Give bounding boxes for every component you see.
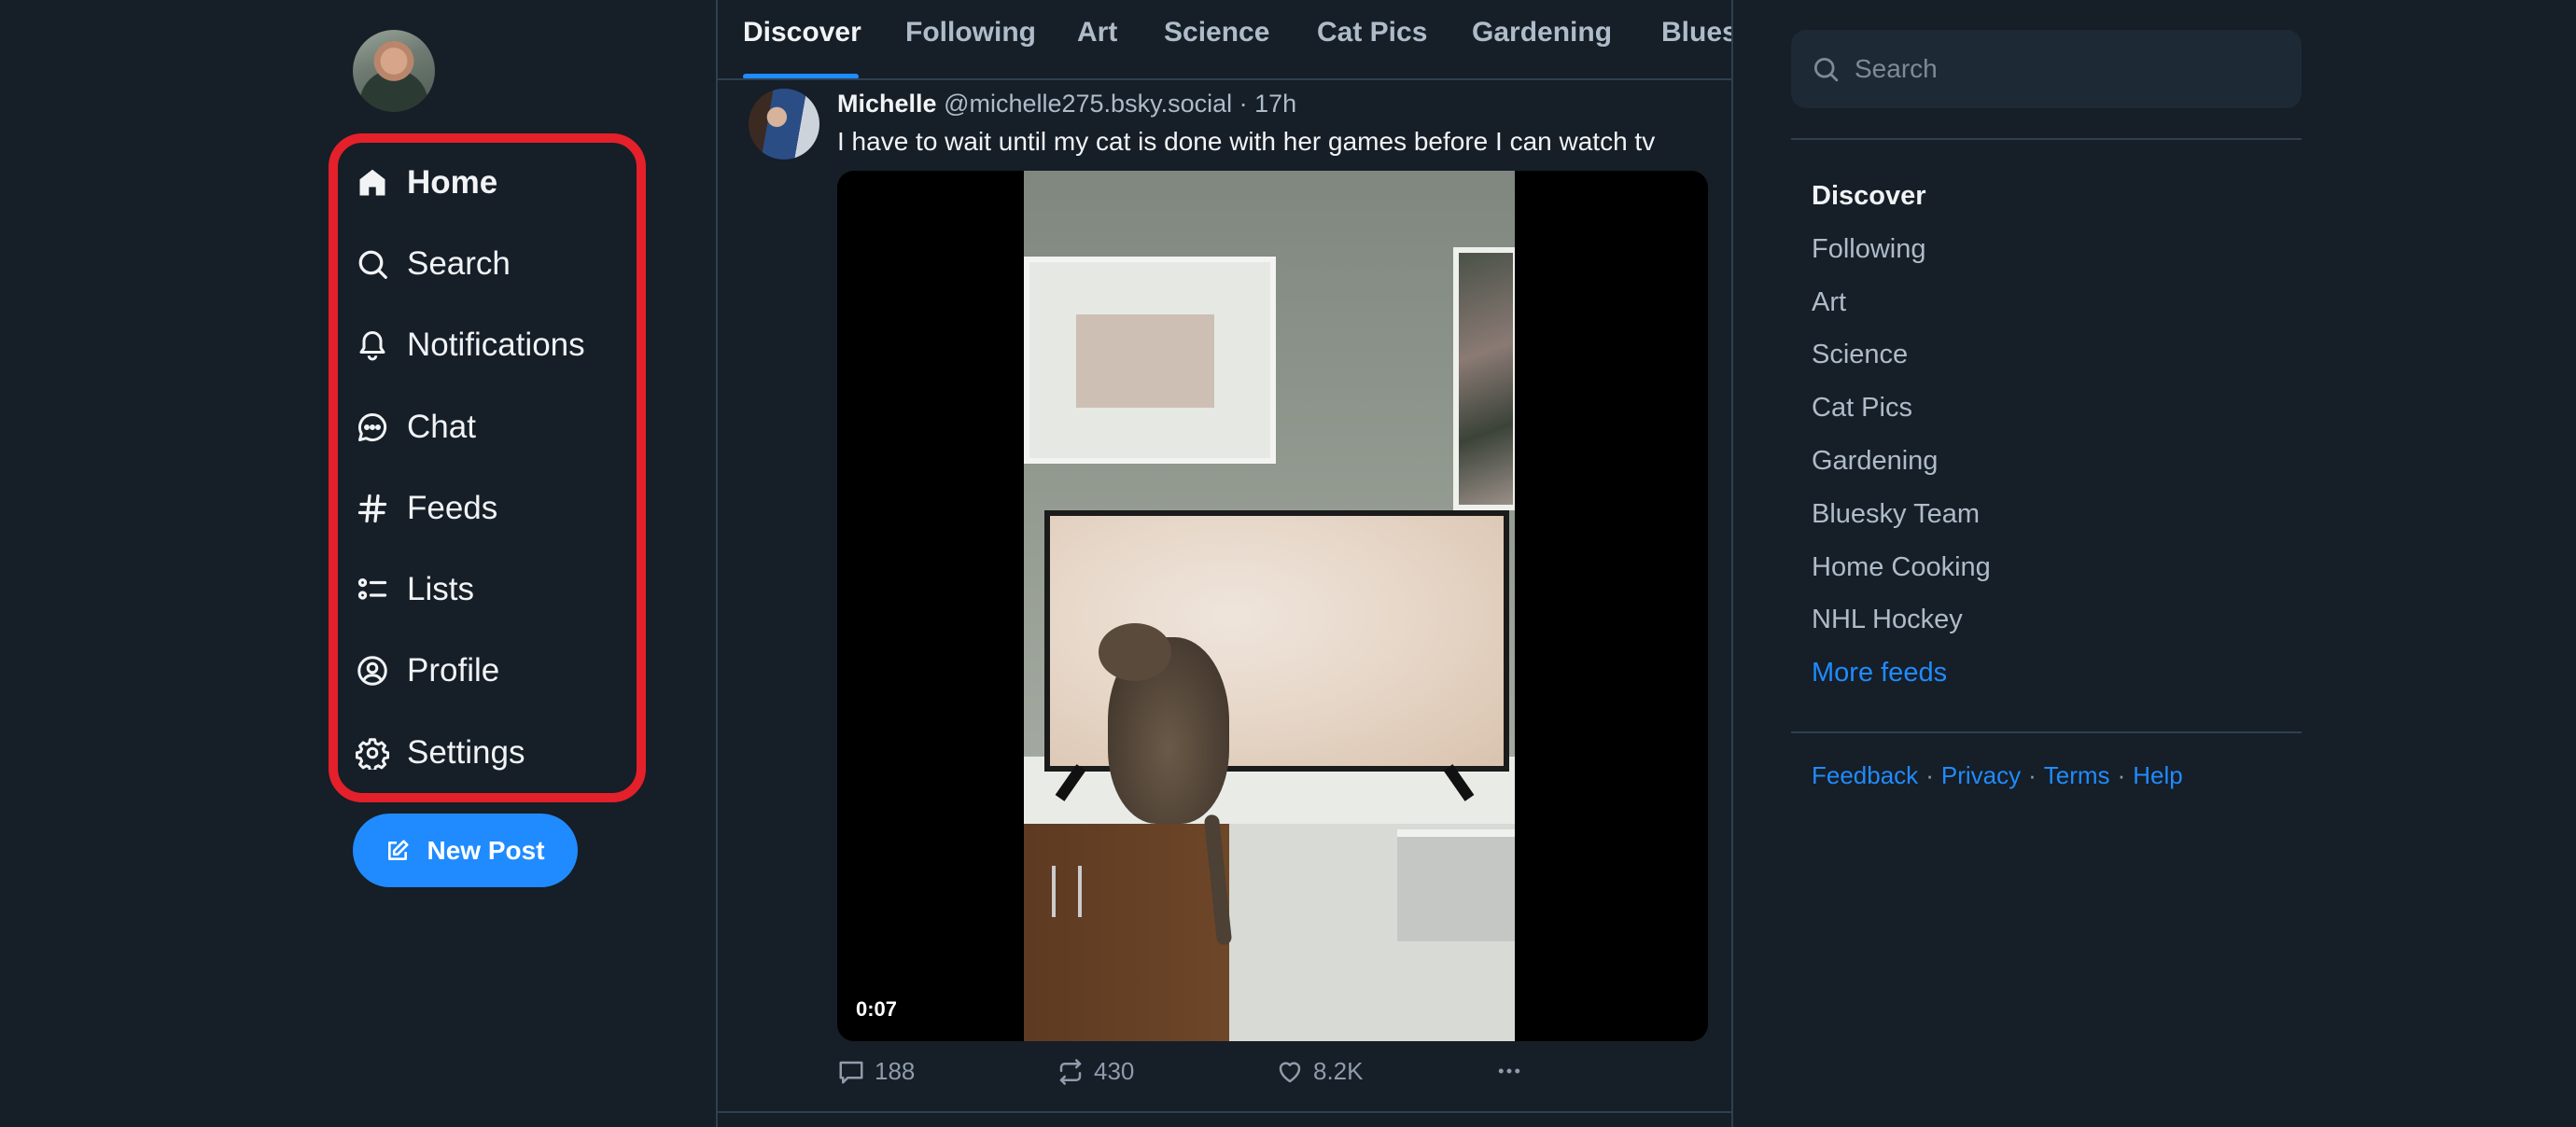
like-count: 8.2K xyxy=(1313,1057,1364,1085)
gear-icon xyxy=(353,733,392,772)
feed-link-cat-pics[interactable]: Cat Pics xyxy=(1812,389,1991,442)
search-icon xyxy=(1814,58,1839,82)
reply-icon xyxy=(839,1061,863,1083)
repost-count: 430 xyxy=(1094,1057,1135,1085)
new-post-label: New Post xyxy=(427,835,545,865)
hashtag-icon xyxy=(353,489,392,528)
bell-icon xyxy=(353,326,392,365)
home-icon xyxy=(353,163,392,202)
help-link[interactable]: Help xyxy=(2133,761,2182,789)
heart-icon xyxy=(1279,1061,1301,1082)
tab-following[interactable]: Following xyxy=(905,17,1036,49)
edit-icon xyxy=(388,839,410,860)
right-sidebar: Discover Following Art Science Cat Pics … xyxy=(1733,0,2576,1127)
divider xyxy=(1791,731,2302,733)
nav-label: Search xyxy=(407,244,511,282)
feed-link-bluesky-team[interactable]: Bluesky Team xyxy=(1812,495,1991,549)
post-author-name[interactable]: Michelle xyxy=(837,90,937,118)
footer-separator: · xyxy=(2028,761,2037,789)
footer-links: Feedback · Privacy · Terms · Help xyxy=(1812,761,2183,790)
list-icon xyxy=(353,570,392,609)
feed-link-nhl-hockey[interactable]: NHL Hockey xyxy=(1812,601,1991,654)
tab-art[interactable]: Art xyxy=(1077,17,1117,49)
repost-icon xyxy=(1059,1058,1082,1085)
feedback-link[interactable]: Feedback xyxy=(1812,761,1918,789)
feed-link-following[interactable]: Following xyxy=(1812,230,1991,284)
nav-item-feeds[interactable]: Feeds xyxy=(353,467,633,549)
nav-item-home[interactable]: Home xyxy=(353,142,633,223)
feed-link-gardening[interactable]: Gardening xyxy=(1812,442,1991,495)
post-timestamp[interactable]: 17h xyxy=(1254,90,1296,118)
current-user-avatar[interactable] xyxy=(353,30,435,112)
post-meta-separator: · xyxy=(1232,90,1255,118)
new-post-button[interactable]: New Post xyxy=(353,814,578,887)
more-feeds-link[interactable]: More feeds xyxy=(1812,654,1991,707)
nav-label: Notifications xyxy=(407,327,585,364)
tab-gardening[interactable]: Gardening xyxy=(1472,17,1612,49)
nav-label: Lists xyxy=(407,571,474,608)
nav-label: Home xyxy=(407,163,498,201)
post-author-handle[interactable]: @michelle275.bsky.social xyxy=(944,90,1232,118)
search-box[interactable] xyxy=(1791,30,2302,108)
footer-separator: · xyxy=(2117,761,2126,789)
privacy-link[interactable]: Privacy xyxy=(1941,761,2021,789)
tab-cat-pics[interactable]: Cat Pics xyxy=(1317,17,1427,49)
divider xyxy=(1791,138,2302,140)
feed-post[interactable]: Michelle @michelle275.bsky.social · 17h … xyxy=(718,80,1731,1113)
nav-item-search[interactable]: Search xyxy=(353,223,633,304)
nav-item-notifications[interactable]: Notifications xyxy=(353,305,633,386)
tab-discover[interactable]: Discover xyxy=(743,17,861,49)
feed-link-home-cooking[interactable]: Home Cooking xyxy=(1812,549,1991,602)
video-frame xyxy=(1024,171,1515,1041)
feed-link-science[interactable]: Science xyxy=(1812,336,1991,389)
user-circle-icon xyxy=(353,651,392,690)
nav-label: Feeds xyxy=(407,489,498,526)
post-author-avatar[interactable] xyxy=(749,89,819,160)
feed-link-art[interactable]: Art xyxy=(1812,284,1991,337)
reply-button[interactable]: 188 xyxy=(837,1057,915,1086)
nav-item-profile[interactable]: Profile xyxy=(353,631,633,712)
nav-label: Profile xyxy=(407,652,500,689)
nav-item-lists[interactable]: Lists xyxy=(353,549,633,630)
more-options-button[interactable] xyxy=(1495,1057,1523,1085)
left-navigation: Home Search Notifications Chat Feeds Lis… xyxy=(0,0,716,1127)
nav-label: Settings xyxy=(407,733,525,771)
like-button[interactable]: 8.2K xyxy=(1276,1057,1364,1086)
video-duration: 0:07 xyxy=(856,997,898,1021)
feed-link-discover[interactable]: Discover xyxy=(1812,177,1991,230)
nav-item-settings[interactable]: Settings xyxy=(353,712,633,793)
footer-separator: · xyxy=(1925,761,1934,789)
tab-science[interactable]: Science xyxy=(1164,17,1269,49)
nav-item-chat[interactable]: Chat xyxy=(353,386,633,467)
primary-nav: Home Search Notifications Chat Feeds Lis… xyxy=(353,142,633,793)
search-input[interactable] xyxy=(1855,54,2284,84)
post-actions: 188 430 8.2K xyxy=(837,1057,1708,1094)
tab-bluesky-team[interactable]: Bluesky Team xyxy=(1661,17,1731,49)
feed-tabs: Discover Following Art Science Cat Pics … xyxy=(718,0,1731,80)
main-feed: Discover Following Art Science Cat Pics … xyxy=(716,0,1733,1127)
ellipsis-icon xyxy=(1498,1068,1520,1074)
reply-count: 188 xyxy=(875,1057,916,1085)
terms-link[interactable]: Terms xyxy=(2044,761,2110,789)
active-tab-indicator xyxy=(743,74,859,78)
nav-label: Chat xyxy=(407,408,476,445)
search-icon xyxy=(353,244,392,284)
post-video-player[interactable]: 0:07 xyxy=(837,171,1708,1041)
post-header: Michelle @michelle275.bsky.social · 17h xyxy=(837,90,1296,118)
post-text: I have to wait until my cat is done with… xyxy=(837,127,1656,156)
repost-button[interactable]: 430 xyxy=(1057,1057,1134,1086)
pinned-feeds-list: Discover Following Art Science Cat Pics … xyxy=(1812,177,1991,707)
chat-bubble-icon xyxy=(353,408,392,447)
